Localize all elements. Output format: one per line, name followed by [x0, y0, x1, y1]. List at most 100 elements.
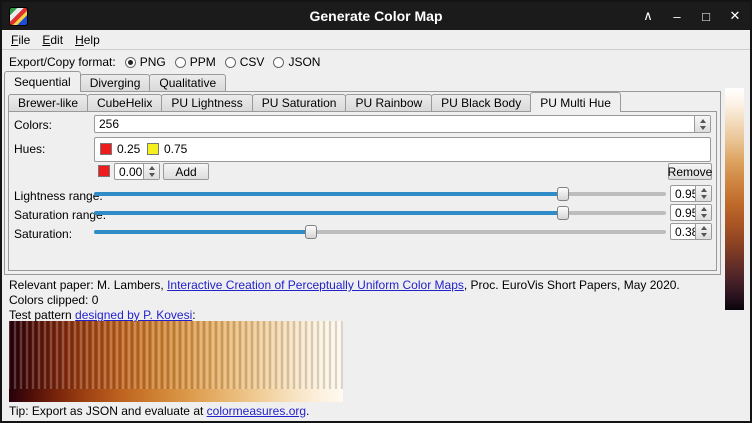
relevant-paper-line: Relevant paper: M. Lambers, Interactive … [9, 278, 680, 292]
spin-buttons[interactable] [695, 224, 711, 239]
tab-diverging[interactable]: Diverging [80, 74, 151, 92]
shade-icon[interactable]: ∧ [641, 8, 655, 24]
spin-up-icon[interactable] [701, 226, 707, 230]
paper-suffix: , Proc. EuroVis Short Papers, May 2020. [464, 278, 680, 292]
slider-handle[interactable] [557, 206, 569, 220]
tab-sequential-label: Sequential [14, 75, 71, 89]
slider-handle[interactable] [557, 187, 569, 201]
close-icon[interactable]: ✕ [728, 8, 742, 24]
paper-prefix: Relevant paper: M. Lambers, [9, 278, 167, 292]
titlebar[interactable]: Generate Color Map ∧ – □ ✕ [2, 2, 750, 30]
maximize-icon[interactable]: □ [699, 9, 713, 24]
menu-item-edit[interactable]: Edit [36, 31, 69, 49]
add-button[interactable]: Add [163, 163, 209, 180]
spin-buttons[interactable] [695, 186, 711, 201]
spin-down-icon[interactable] [700, 126, 706, 130]
lightness-range-spinbox[interactable] [670, 185, 712, 202]
add-hue-spin-buttons[interactable] [143, 164, 159, 179]
colors-label: Colors: [14, 118, 52, 132]
window-controls: ∧ – □ ✕ [641, 2, 742, 30]
radio-png-circle[interactable] [125, 57, 136, 68]
test-pattern-suffix: : [192, 308, 195, 322]
radio-json-label: JSON [288, 55, 320, 69]
colormeasures-link[interactable]: colormeasures.org [207, 404, 306, 418]
kovesi-link[interactable]: designed by P. Kovesi [75, 308, 192, 322]
radio-csv-circle[interactable] [225, 57, 236, 68]
colors-input[interactable] [95, 116, 697, 132]
hue-value: 0.75 [164, 142, 187, 156]
hues-list[interactable]: 0.25 0.75 [94, 137, 711, 162]
spin-buttons[interactable] [695, 205, 711, 220]
tab-cubehelix[interactable]: CubeHelix [87, 94, 162, 112]
radio-csv-label: CSV [240, 55, 265, 69]
colormap-preview-strip [725, 88, 744, 310]
spin-down-icon[interactable] [149, 173, 155, 177]
test-pattern-smooth-band [9, 389, 343, 402]
saturation-input[interactable] [671, 224, 698, 239]
spin-up-icon[interactable] [701, 207, 707, 211]
add-hue-input[interactable] [115, 164, 146, 179]
spin-up-icon[interactable] [701, 188, 707, 192]
tab-pu-multi-hue-label: PU Multi Hue [540, 96, 611, 110]
menu-item-help[interactable]: Help [69, 31, 106, 49]
tab-pu-rainbow-label: PU Rainbow [355, 96, 422, 110]
radio-json[interactable]: JSON [273, 55, 320, 69]
spin-up-icon[interactable] [700, 119, 706, 123]
saturation-range-label: Saturation range: [14, 208, 106, 222]
hue-entry[interactable]: 0.75 [147, 142, 187, 156]
tab-pu-multi-hue[interactable]: PU Multi Hue [530, 92, 621, 112]
menu-item-file[interactable]: File [5, 31, 36, 49]
tab-pu-lightness-label: PU Lightness [171, 96, 242, 110]
slider-groove[interactable] [94, 211, 666, 215]
tab-qualitative[interactable]: Qualitative [149, 74, 226, 92]
saturation-range-slider[interactable] [94, 205, 666, 221]
hue-value: 0.25 [117, 142, 140, 156]
saturation-range-spinbox[interactable] [670, 204, 712, 221]
tip-suffix: . [306, 404, 309, 418]
paper-link[interactable]: Interactive Creation of Perceptually Uni… [167, 278, 464, 292]
spin-up-icon[interactable] [149, 166, 155, 170]
window-title: Generate Color Map [2, 2, 750, 30]
saturation-range-input[interactable] [671, 205, 698, 220]
tab-pu-black-body[interactable]: PU Black Body [431, 94, 531, 112]
tab-brewer-like[interactable]: Brewer-like [8, 94, 88, 112]
slider-fill [94, 211, 563, 215]
hue-entry[interactable]: 0.25 [100, 142, 140, 156]
slider-handle[interactable] [305, 225, 317, 239]
test-pattern-line: Test pattern designed by P. Kovesi: [9, 308, 196, 322]
colors-spin-buttons[interactable] [694, 116, 710, 132]
slider-groove[interactable] [94, 192, 666, 196]
spin-down-icon[interactable] [701, 195, 707, 199]
hue-color-swatch[interactable] [147, 143, 159, 155]
tab-diverging-label: Diverging [90, 76, 141, 90]
test-pattern-prefix: Test pattern [9, 308, 75, 322]
colors-spinbox[interactable] [94, 115, 711, 133]
lightness-range-input[interactable] [671, 186, 698, 201]
tab-pu-saturation[interactable]: PU Saturation [252, 94, 347, 112]
saturation-slider[interactable] [94, 224, 666, 240]
spin-down-icon[interactable] [701, 214, 707, 218]
radio-csv[interactable]: CSV [225, 55, 265, 69]
primary-tabbar: Sequential Diverging Qualitative [4, 71, 225, 92]
slider-groove[interactable] [94, 230, 666, 234]
add-hue-color-swatch[interactable] [98, 165, 110, 177]
tab-pu-rainbow[interactable]: PU Rainbow [345, 94, 432, 112]
test-pattern-image [9, 321, 343, 402]
radio-ppm-circle[interactable] [175, 57, 186, 68]
hues-label: Hues: [14, 142, 45, 156]
tab-sequential[interactable]: Sequential [4, 71, 81, 92]
secondary-tabbar: Brewer-like CubeHelix PU Lightness PU Sa… [8, 92, 620, 112]
minimize-icon[interactable]: – [670, 9, 684, 24]
radio-ppm[interactable]: PPM [175, 55, 216, 69]
hue-color-swatch[interactable] [100, 143, 112, 155]
export-format-row: Export/Copy format: PNG PPM CSV JSON [9, 54, 320, 70]
slider-fill [94, 192, 563, 196]
lightness-range-slider[interactable] [94, 186, 666, 202]
radio-json-circle[interactable] [273, 57, 284, 68]
tab-pu-lightness[interactable]: PU Lightness [161, 94, 252, 112]
remove-button[interactable]: Remove [668, 163, 712, 180]
spin-down-icon[interactable] [701, 233, 707, 237]
radio-png[interactable]: PNG [125, 55, 166, 69]
saturation-spinbox[interactable] [670, 223, 712, 240]
add-hue-spinbox[interactable] [114, 163, 160, 180]
